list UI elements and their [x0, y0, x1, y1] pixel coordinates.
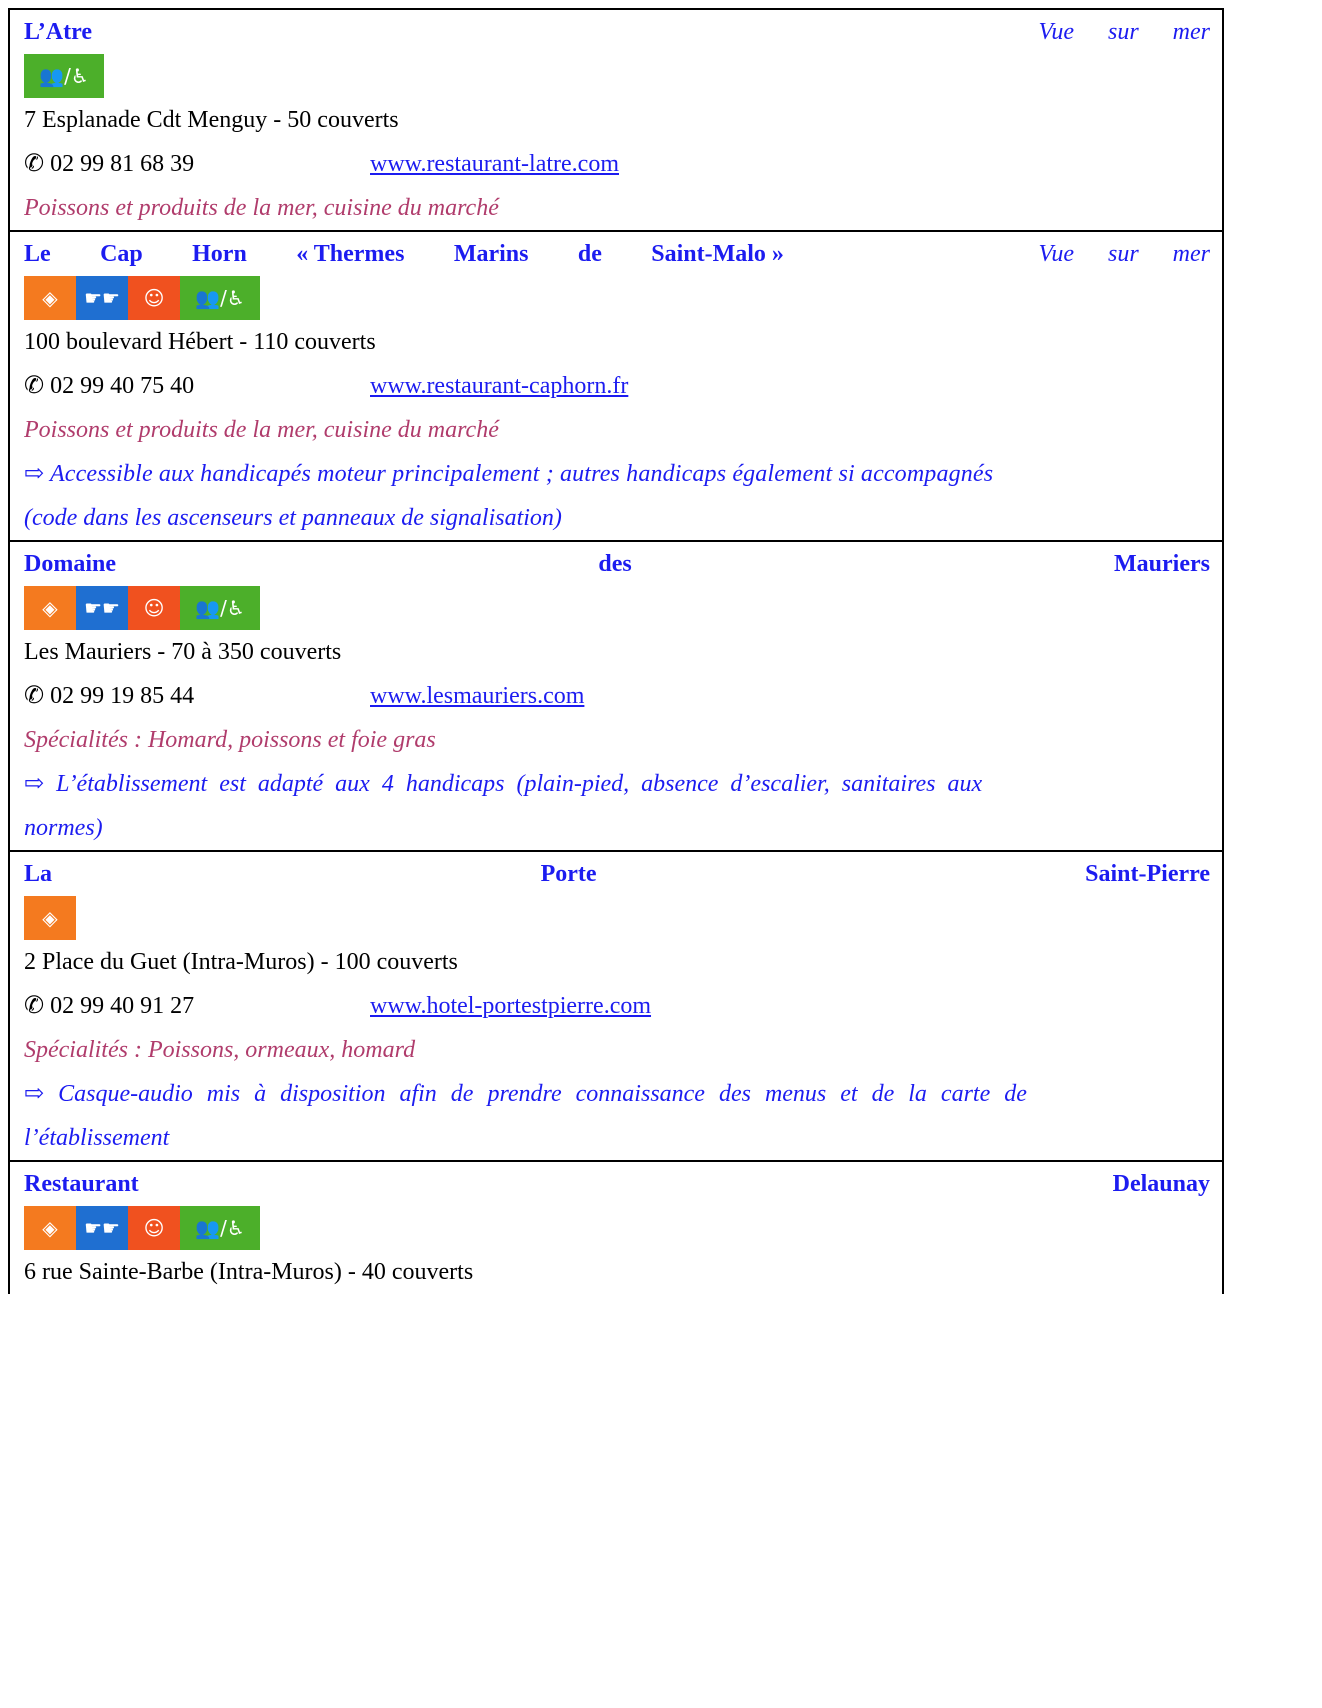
specialty: Spécialités : Poissons, ormeaux, homard	[24, 1037, 416, 1063]
restaurant-title-line: Le Cap Horn « Thermes Marins de Saint-Ma…	[24, 232, 1210, 276]
restaurant-name: L’Atre	[24, 18, 92, 45]
accessibility-icons: 👥/♿	[24, 54, 1210, 98]
address: 100 boulevard Hébert - 110 couverts	[24, 329, 376, 355]
specialty: Poissons et produits de la mer, cuisine …	[24, 195, 499, 221]
specialty: Spécialités : Homard, poissons et foie g…	[24, 727, 436, 753]
website-link[interactable]: www.hotel-portestpierre.com	[370, 984, 651, 1028]
website-link[interactable]: www.lesmauriers.com	[370, 674, 584, 718]
phone-icon: ✆	[24, 683, 45, 709]
view-tag: Vue sur mer	[1038, 18, 1210, 45]
restaurant-listing: L’Atre Vue sur mer 👥/♿ 7 Esplanade Cdt M…	[8, 8, 1224, 1294]
persons-wheelchair-icon: 👥/♿	[24, 54, 104, 98]
phone-number: ✆ 02 99 40 91 27	[24, 993, 195, 1019]
phone-icon: ✆	[24, 151, 45, 177]
restaurant-title-line: La Porte Saint-Pierre	[24, 852, 1210, 896]
hands-sign-icon: ☛☛	[76, 276, 128, 320]
address: Les Mauriers - 70 à 350 couverts	[24, 639, 342, 665]
restaurant-title-line: Domaine des Mauriers	[24, 542, 1210, 586]
address: 7 Esplanade Cdt Menguy - 50 couverts	[24, 107, 399, 133]
accessibility-note: ⇨ Casque-audio mis à disposition afin de…	[24, 1081, 1027, 1151]
eye-icon: ◈	[24, 896, 76, 940]
face-icon: ☺	[128, 276, 180, 320]
hands-sign-icon: ☛☛	[76, 586, 128, 630]
restaurant-name: La Porte Saint-Pierre	[24, 860, 1210, 887]
eye-icon: ◈	[24, 276, 76, 320]
contact-line: ✆ 02 99 40 91 27 www.hotel-portestpierre…	[24, 984, 1210, 1028]
accessibility-icons: ◈ ☛☛ ☺ 👥/♿	[24, 276, 1210, 320]
address: 2 Place du Guet (Intra-Muros) - 100 couv…	[24, 949, 458, 975]
view-tag: Vue sur mer	[1038, 240, 1210, 267]
restaurant-title-line: Restaurant Delaunay	[24, 1162, 1210, 1206]
contact-line: ✆ 02 99 19 85 44 www.lesmauriers.com	[24, 674, 1210, 718]
restaurant-entry: Le Cap Horn « Thermes Marins de Saint-Ma…	[8, 230, 1224, 540]
eye-icon: ◈	[24, 1206, 76, 1250]
phone-number: ✆ 02 99 81 68 39	[24, 151, 195, 177]
persons-wheelchair-icon: 👥/♿	[180, 586, 260, 630]
persons-wheelchair-icon: 👥/♿	[180, 1206, 260, 1250]
address: 6 rue Sainte-Barbe (Intra-Muros) - 40 co…	[24, 1259, 474, 1285]
restaurant-name: Le Cap Horn « Thermes Marins de Saint-Ma…	[24, 240, 784, 267]
phone-number: ✆ 02 99 40 75 40	[24, 373, 195, 399]
accessibility-note: ⇨ L’établissement est adapté aux 4 handi…	[24, 771, 983, 841]
restaurant-name: Restaurant Delaunay	[24, 1170, 1210, 1197]
specialty: Poissons et produits de la mer, cuisine …	[24, 417, 499, 443]
restaurant-title-line: L’Atre Vue sur mer	[24, 10, 1210, 54]
contact-line: ✆ 02 99 81 68 39 www.restaurant-latre.co…	[24, 142, 1210, 186]
eye-icon: ◈	[24, 586, 76, 630]
phone-icon: ✆	[24, 373, 45, 399]
accessibility-icons: ◈ ☛☛ ☺ 👥/♿	[24, 1206, 1210, 1250]
restaurant-entry: La Porte Saint-Pierre ◈ 2 Place du Guet …	[8, 850, 1224, 1160]
hands-sign-icon: ☛☛	[76, 1206, 128, 1250]
face-icon: ☺	[128, 1206, 180, 1250]
phone-number: ✆ 02 99 19 85 44	[24, 683, 195, 709]
restaurant-entry: Domaine des Mauriers ◈ ☛☛ ☺ 👥/♿ Les Maur…	[8, 540, 1224, 850]
accessibility-icons: ◈ ☛☛ ☺ 👥/♿	[24, 586, 1210, 630]
accessibility-icons: ◈	[24, 896, 1210, 940]
website-link[interactable]: www.restaurant-latre.com	[370, 142, 619, 186]
persons-wheelchair-icon: 👥/♿	[180, 276, 260, 320]
restaurant-entry: L’Atre Vue sur mer 👥/♿ 7 Esplanade Cdt M…	[8, 8, 1224, 230]
contact-line: ✆ 02 99 40 75 40 www.restaurant-caphorn.…	[24, 364, 1210, 408]
restaurant-name: Domaine des Mauriers	[24, 550, 1210, 577]
accessibility-note: ⇨ Accessible aux handicapés moteur princ…	[24, 461, 994, 531]
website-link[interactable]: www.restaurant-caphorn.fr	[370, 364, 628, 408]
phone-icon: ✆	[24, 993, 45, 1019]
face-icon: ☺	[128, 586, 180, 630]
restaurant-entry: Restaurant Delaunay ◈ ☛☛ ☺ 👥/♿ 6 rue Sai…	[8, 1160, 1224, 1294]
